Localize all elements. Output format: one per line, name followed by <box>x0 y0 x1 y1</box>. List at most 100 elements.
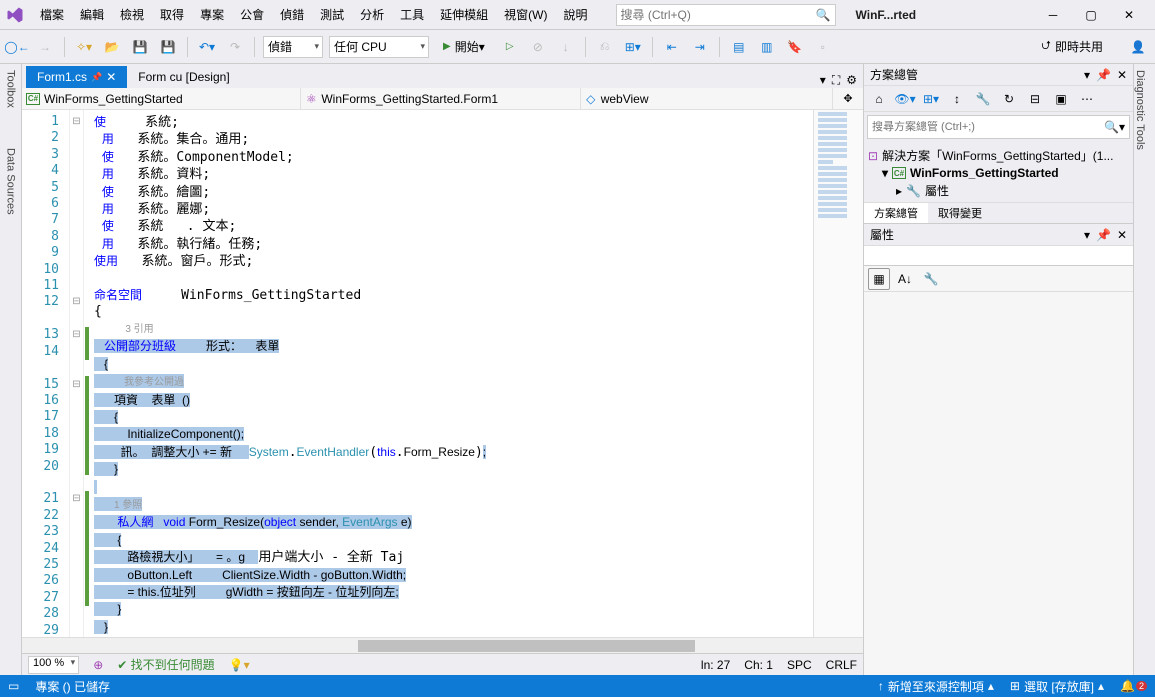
menu-偵錯[interactable]: 偵錯 <box>272 3 312 26</box>
uncomment-button[interactable]: ▥ <box>756 36 778 58</box>
properties-panel-title: 屬性 <box>870 226 894 243</box>
categorize-icon[interactable]: ▦ <box>868 268 890 290</box>
tab-close-icon[interactable]: ✕ <box>106 70 116 84</box>
tb-icon-9[interactable]: ▫ <box>812 36 834 58</box>
minimap[interactable] <box>813 110 863 637</box>
panel-close-icon[interactable]: ✕ <box>1117 228 1127 242</box>
undo-button[interactable]: ↶▾ <box>196 36 218 58</box>
nav-project-combo[interactable]: C#WinForms_GettingStarted <box>22 88 301 109</box>
source-control-button[interactable]: ↑新增至來源控制項 ▴ <box>878 678 994 695</box>
datasources-rail[interactable]: Data Sources <box>5 148 17 215</box>
sln-collapse-icon[interactable]: ⊟ <box>1024 88 1046 110</box>
zoom-combo[interactable]: 100 % <box>28 656 79 674</box>
props-wrench-icon[interactable]: 🔧 <box>920 268 942 290</box>
solution-search-input[interactable] <box>872 121 1104 133</box>
solution-tree[interactable]: ⊡解決方案「WinForms_GettingStarted」(1... ▾ C#… <box>864 142 1133 202</box>
toolbox-rail[interactable]: Toolbox <box>5 70 17 108</box>
new-project-button[interactable]: ✧▾ <box>73 36 95 58</box>
config-combo[interactable]: 偵錯 <box>263 36 323 58</box>
bookmark-button[interactable]: 🔖 <box>784 36 806 58</box>
platform-combo[interactable]: 任何 CPU <box>329 36 429 58</box>
tree-solution-node[interactable]: ⊡解決方案「WinForms_GettingStarted」(1... <box>868 146 1129 165</box>
menu-延伸模組[interactable]: 延伸模組 <box>432 3 496 26</box>
tab-form1-cs[interactable]: Form1.cs📌✕ <box>26 66 127 88</box>
tab-fullscreen-icon[interactable]: ⛶ <box>832 73 840 88</box>
panel-menu-icon[interactable]: ▾ <box>1084 228 1090 242</box>
save-button[interactable]: 💾 <box>129 36 151 58</box>
minimize-button[interactable]: ─ <box>1043 5 1063 25</box>
menu-說明[interactable]: 說明 <box>556 3 596 26</box>
tb-icon-1[interactable]: ⊘ <box>527 36 549 58</box>
quick-search-input[interactable] <box>621 8 816 22</box>
menu-公會[interactable]: 公會 <box>232 3 272 26</box>
tab-gear-icon[interactable]: ⚙ <box>846 73 857 88</box>
horizontal-scrollbar[interactable] <box>22 637 863 653</box>
nav-class-combo[interactable]: ⚛WinForms_GettingStarted.Form1 <box>301 88 580 109</box>
menu-檔案[interactable]: 檔案 <box>32 3 72 26</box>
solution-search[interactable]: 🔍▾ <box>867 115 1130 139</box>
git-changes-tab[interactable]: 取得變更 <box>928 203 992 223</box>
output-icon[interactable]: ▭ <box>8 679 19 693</box>
lineending-indicator[interactable]: CRLF <box>826 658 857 672</box>
tab-dropdown-icon[interactable]: ▾ <box>820 73 826 88</box>
nav-member-combo[interactable]: ◇webView <box>581 88 833 109</box>
nav-back-button[interactable]: ◯← <box>6 36 28 58</box>
solution-tab[interactable]: 方案總管 <box>864 203 928 223</box>
spaces-indicator[interactable]: SPC <box>787 658 812 672</box>
panel-menu-icon[interactable]: ▾ <box>1084 68 1090 82</box>
indent-left-button[interactable]: ⇤ <box>661 36 683 58</box>
code-editor[interactable]: 使 系統; 用 系統。集合。通用; 使 系統。ComponentModel; 用… <box>90 110 813 637</box>
solution-icon: ⊡ <box>868 149 878 163</box>
fold-column[interactable]: ⊟ ⊟ ⊟ ⊟ ⊟ <box>70 110 84 637</box>
sln-view-icon[interactable]: 👁▾ <box>894 88 916 110</box>
quick-search[interactable]: 🔍 <box>616 4 836 26</box>
panel-pin-icon[interactable]: 📌 <box>1096 228 1111 242</box>
sln-sync-icon[interactable]: ↕ <box>946 88 968 110</box>
menu-分析[interactable]: 分析 <box>352 3 392 26</box>
start-debug-button[interactable]: ▶開始▾ <box>435 36 493 58</box>
status-ready: 專案 () 已儲存 <box>35 678 110 695</box>
tab-form-design[interactable]: Form cu [Design] <box>127 66 240 88</box>
repo-button[interactable]: ⊞選取 [存放庫] ▴ <box>1010 678 1104 695</box>
health-icon[interactable]: ⊕ <box>93 658 103 672</box>
menu-編輯[interactable]: 編輯 <box>72 3 112 26</box>
sln-more-icon[interactable]: ⋯ <box>1076 88 1098 110</box>
indent-right-button[interactable]: ⇥ <box>689 36 711 58</box>
error-status[interactable]: ✔ 找不到任何問題 <box>117 656 214 673</box>
menu-取得[interactable]: 取得 <box>152 3 192 26</box>
comment-button[interactable]: ▤ <box>728 36 750 58</box>
panel-pin-icon[interactable]: 📌 <box>1096 68 1111 82</box>
sort-icon[interactable]: A↓ <box>894 268 916 290</box>
split-button[interactable]: ✥ <box>833 88 863 109</box>
nav-fwd-button[interactable]: → <box>34 36 56 58</box>
account-button[interactable]: 👤 <box>1127 36 1149 58</box>
tb-icon-3[interactable]: ⎌ <box>594 36 616 58</box>
menu-專案[interactable]: 專案 <box>192 3 232 26</box>
lightbulb-icon[interactable]: 💡▾ <box>229 658 250 672</box>
close-button[interactable]: ✕ <box>1119 5 1139 25</box>
save-all-button[interactable]: 💾 <box>157 36 179 58</box>
redo-button[interactable]: ↷ <box>224 36 246 58</box>
start-without-debug-button[interactable]: ▷ <box>499 36 521 58</box>
menu-工具[interactable]: 工具 <box>392 3 432 26</box>
sln-tree-icon[interactable]: ⊞▾ <box>920 88 942 110</box>
properties-grid[interactable] <box>864 292 1133 675</box>
panel-close-icon[interactable]: ✕ <box>1117 68 1127 82</box>
menu-視窗(W)[interactable]: 視窗(W) <box>496 3 555 26</box>
maximize-button[interactable]: ▢ <box>1081 5 1101 25</box>
sln-wrench-icon[interactable]: 🔧 <box>972 88 994 110</box>
menu-測試[interactable]: 測試 <box>312 3 352 26</box>
sln-showall-icon[interactable]: ▣ <box>1050 88 1072 110</box>
menu-檢視[interactable]: 檢視 <box>112 3 152 26</box>
tb-icon-2[interactable]: ↓ <box>555 36 577 58</box>
diagnostic-rail[interactable]: Diagnostic Tools <box>1134 70 1146 150</box>
tree-project-node[interactable]: ▾ C#WinForms_GettingStarted <box>868 165 1129 181</box>
sln-home-icon[interactable]: ⌂ <box>868 88 890 110</box>
tb-icon-4[interactable]: ⊞▾ <box>622 36 644 58</box>
pin-icon[interactable]: 📌 <box>91 72 102 83</box>
notifications-button[interactable]: 🔔2 <box>1120 679 1147 693</box>
sln-refresh-icon[interactable]: ↻ <box>998 88 1020 110</box>
open-file-button[interactable]: 📂 <box>101 36 123 58</box>
live-share-button[interactable]: ⮍ 即時共用 <box>1033 36 1111 57</box>
tree-properties-node[interactable]: ▸ 🔧屬性 <box>868 181 1129 200</box>
